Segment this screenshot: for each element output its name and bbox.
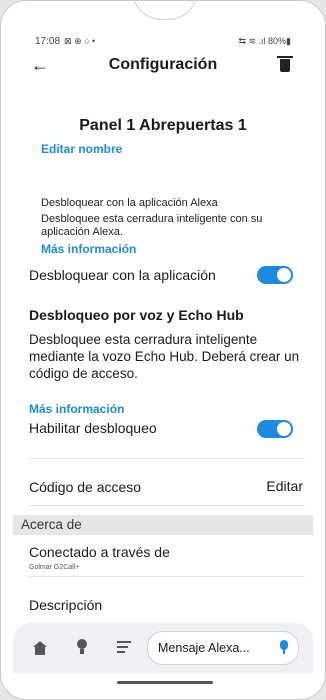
device-name: Panel 1 Abrepuertas 1	[79, 117, 247, 134]
divider	[29, 576, 305, 577]
voice-unlock-title: Desbloqueo por voz y Echo Hub	[29, 307, 244, 323]
bulb-icon[interactable]	[77, 639, 87, 655]
alexa-unlock-heading: Desbloquear con la aplicación Alexa	[41, 197, 218, 209]
divider	[29, 458, 305, 459]
mic-icon[interactable]	[280, 640, 288, 654]
trash-icon[interactable]	[277, 56, 293, 72]
about-section-label: Acerca de	[21, 517, 82, 532]
alexa-message-input[interactable]: Mensaje Alexa...	[147, 631, 299, 665]
phone-frame: 17:08 ⊠ ⊕ ○ • ⇆ ≋ .ıl 80%▮ ← Configuraci…	[0, 0, 326, 700]
divider	[29, 505, 305, 506]
status-bar: 17:08 ⊠ ⊕ ○ • ⇆ ≋ .ıl 80%▮	[1, 1, 325, 47]
enable-unlock-toggle[interactable]	[257, 420, 293, 438]
unlock-with-app-toggle[interactable]	[257, 266, 293, 284]
bottom-navigation-bar: Mensaje Alexa...	[13, 623, 313, 673]
home-indicator[interactable]	[117, 681, 213, 684]
top-app-bar: ← Configuración	[1, 53, 325, 81]
connected-via-label: Conectado a través de	[29, 544, 170, 560]
status-right: ⇆ ≋ .ıl 80%▮	[238, 36, 291, 46]
connected-via-value: Golmar G2Call+	[29, 564, 80, 571]
enable-unlock-label: Habilitar desbloqueo	[29, 420, 157, 436]
edit-access-code-button[interactable]: Editar	[266, 478, 303, 494]
more-info-link-voice[interactable]: Más información	[29, 402, 124, 416]
access-code-label: Código de acceso	[29, 479, 142, 495]
status-left: 17:08 ⊠ ⊕ ○ •	[35, 36, 95, 47]
status-notification-icons: ⊠ ⊕ ○ •	[64, 36, 96, 46]
about-section-header: Acerca de	[13, 515, 313, 535]
home-icon[interactable]	[33, 641, 47, 655]
menu-icon[interactable]	[117, 641, 131, 655]
more-info-link-alexa[interactable]: Más información	[41, 242, 136, 256]
alexa-message-placeholder: Mensaje Alexa...	[158, 641, 250, 655]
voice-unlock-description: Desbloquee esta cerradura inteligente me…	[29, 332, 300, 381]
description-label: Descripción	[29, 597, 103, 613]
edit-name-link[interactable]: Editar nombre	[41, 142, 122, 156]
unlock-with-app-label: Desbloquear con la aplicación	[29, 267, 216, 283]
page-title: Configuración	[108, 56, 218, 73]
status-time: 17:08	[35, 36, 61, 47]
alexa-unlock-description: Desbloquee esta cerradura inteligente co…	[41, 213, 263, 238]
